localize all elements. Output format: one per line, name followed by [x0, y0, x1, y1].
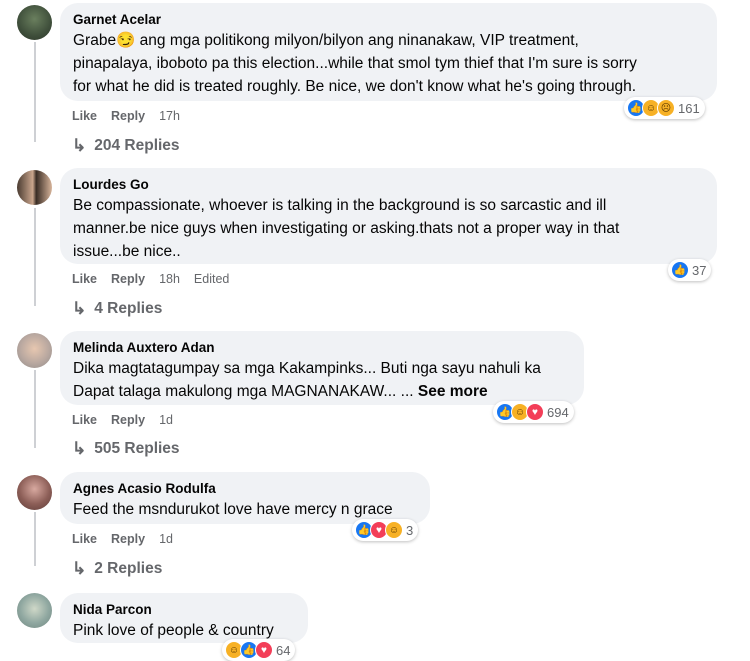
reply-arrow-icon: ↳: [72, 299, 87, 318]
comment-author[interactable]: Agnes Acasio Rodulfa: [73, 480, 418, 498]
thread-line: [34, 42, 36, 142]
comment-author[interactable]: Melinda Auxtero Adan: [73, 339, 572, 357]
reaction-summary[interactable]: 👍 ☺ ♥ 694: [493, 401, 574, 423]
view-replies[interactable]: ↳ 505 Replies: [72, 439, 180, 459]
comment-timestamp[interactable]: 1d: [159, 532, 173, 546]
reaction-count: 694: [547, 404, 569, 420]
reply-button[interactable]: Reply: [111, 272, 145, 286]
comment-bubble: Nida Parcon Pink love of people & countr…: [60, 593, 308, 643]
thread-line: [34, 208, 36, 306]
reply-arrow-icon: ↳: [72, 559, 87, 578]
replies-label: 505 Replies: [94, 440, 180, 457]
replies-label: 2 Replies: [94, 560, 163, 577]
reply-button[interactable]: Reply: [111, 532, 145, 546]
view-replies[interactable]: ↳ 2 Replies: [72, 559, 162, 579]
comment-actions: Like Reply 17h: [72, 109, 180, 123]
reply-button[interactable]: Reply: [111, 413, 145, 427]
sad-icon: ☹: [657, 99, 675, 117]
like-button[interactable]: Like: [72, 413, 97, 427]
comment-bubble: Agnes Acasio Rodulfa Feed the msndurukot…: [60, 472, 430, 524]
comment-bubble: Melinda Auxtero Adan Dika magtatagumpay …: [60, 331, 584, 405]
reaction-count: 161: [678, 100, 700, 116]
comment-text: Grabe😏 ang mga politikong milyon/bilyon …: [73, 32, 637, 95]
replies-label: 4 Replies: [94, 300, 163, 317]
reply-arrow-icon: ↳: [72, 136, 87, 155]
comment-bubble: Garnet Acelar Grabe😏 ang mga politikong …: [60, 3, 717, 101]
reaction-count: 3: [406, 522, 414, 538]
comment-timestamp[interactable]: 17h: [159, 109, 180, 123]
like-button[interactable]: Like: [72, 109, 97, 123]
comment-text: Dika magtatagumpay sa mga Kakampinks... …: [73, 357, 572, 403]
like-icon: 👍: [671, 261, 689, 279]
comment-text: Be compassionate, whoever is talking in …: [73, 197, 620, 260]
comment-timestamp[interactable]: 18h: [159, 272, 180, 286]
comment-actions: Like Reply 1d: [72, 413, 173, 427]
view-replies[interactable]: ↳ 4 Replies: [72, 299, 162, 319]
comment-author[interactable]: Nida Parcon: [73, 601, 296, 619]
view-replies[interactable]: ↳ 204 Replies: [72, 136, 180, 156]
like-button[interactable]: Like: [72, 532, 97, 546]
comment-author[interactable]: Garnet Acelar: [73, 11, 705, 29]
comment-actions: Like Reply 1d: [72, 532, 173, 546]
comment-author[interactable]: Lourdes Go: [73, 176, 705, 194]
see-more-link[interactable]: See more: [418, 383, 488, 400]
thread-line: [34, 512, 36, 566]
edited-label: Edited: [193, 272, 230, 286]
reaction-summary[interactable]: ☺ 👍 ♥ 64: [222, 639, 296, 661]
comment-timestamp[interactable]: 1d: [159, 413, 173, 427]
comment-text: Feed the msndurukot love have mercy n gr…: [73, 501, 393, 518]
like-button[interactable]: Like: [72, 272, 97, 286]
reaction-count: 64: [276, 642, 291, 658]
replies-label: 204 Replies: [94, 137, 180, 154]
avatar[interactable]: [17, 593, 52, 628]
avatar[interactable]: [17, 5, 52, 40]
avatar[interactable]: [17, 170, 52, 205]
avatar[interactable]: [17, 475, 52, 510]
love-icon: ♥: [255, 641, 273, 659]
reaction-summary[interactable]: 👍 ☺ ☹ 161: [624, 97, 705, 119]
comment-actions: Like Reply 18h Edited: [72, 272, 229, 286]
love-icon: ♥: [526, 403, 544, 421]
reply-arrow-icon: ↳: [72, 439, 87, 458]
reaction-summary[interactable]: 👍 37: [668, 259, 712, 281]
reaction-summary[interactable]: 👍 ♥ ☺ 3: [352, 519, 419, 541]
reaction-count: 37: [692, 262, 707, 278]
thread-line: [34, 370, 36, 448]
comment-bubble: Lourdes Go Be compassionate, whoever is …: [60, 168, 717, 264]
reply-button[interactable]: Reply: [111, 109, 145, 123]
haha-icon: ☺: [385, 521, 403, 539]
avatar[interactable]: [17, 333, 52, 368]
